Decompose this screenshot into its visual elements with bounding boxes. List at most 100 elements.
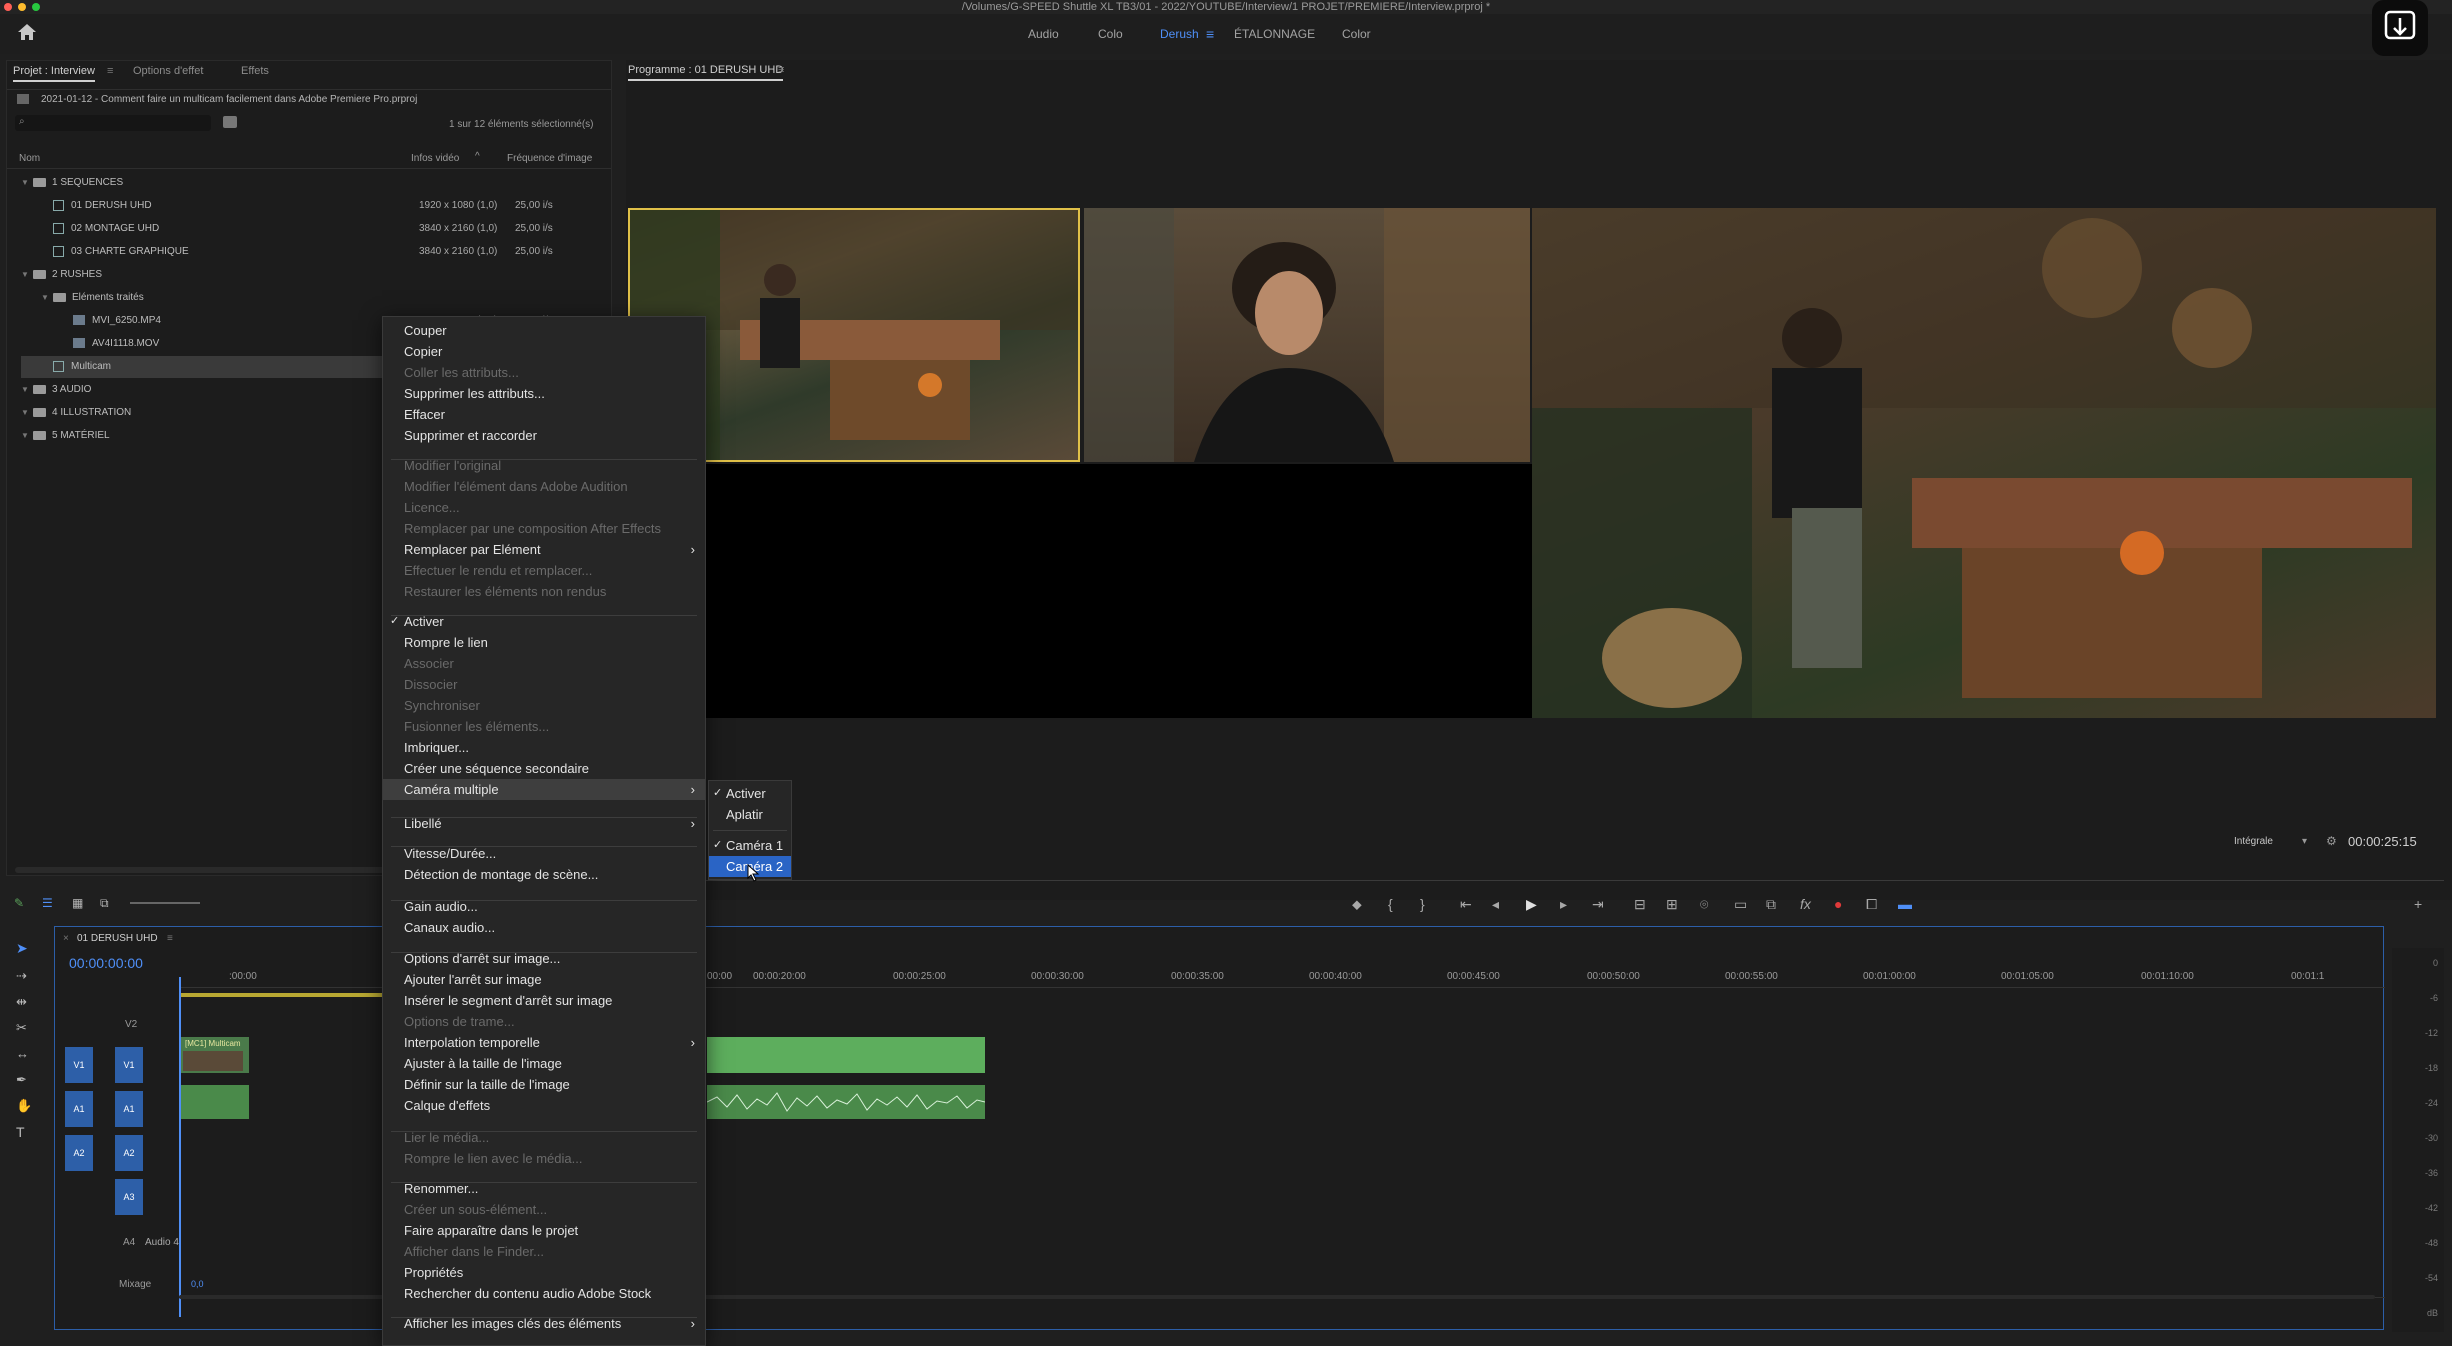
project-item[interactable]: ▼ 1 SEQUENCES [21,172,601,194]
project-item[interactable]: 03 CHARTE GRAPHIQUE 3840 x 2160 (1,0) 25,0… [21,241,601,263]
track-select-icon[interactable]: ⇢ [16,968,27,984]
disclosure-triangle-icon[interactable]: ▼ [21,425,33,447]
play-icon[interactable]: ▶ [1526,896,1537,913]
timeline-timecode[interactable]: 00:00:00:00 [69,955,143,971]
go-to-out-icon[interactable]: ⇥ [1592,896,1604,913]
list-view-icon[interactable]: ☰ [42,896,53,910]
record-icon[interactable]: ● [1834,896,1842,912]
new-bin-icon[interactable] [223,116,237,128]
go-to-in-icon[interactable]: ⇤ [1460,896,1472,913]
disclosure-triangle-icon[interactable]: ▼ [21,379,33,401]
wrench-icon[interactable]: ⚙ [2326,834,2337,848]
submenu-aplatir[interactable]: Aplatir [709,804,791,825]
extract-icon[interactable]: ⊞ [1666,896,1678,913]
menu-item[interactable]: Rechercher du contenu audio Adobe Stock [383,1283,705,1304]
project-item[interactable]: ▼ Eléments traités [21,287,601,309]
add-button-icon[interactable]: + [2414,896,2422,912]
tab-menu-icon[interactable]: ≡ [107,65,113,77]
audio-clip-start[interactable] [181,1085,249,1119]
type-tool-icon[interactable]: T [16,1124,25,1140]
disclosure-triangle-icon[interactable]: ▼ [21,402,33,424]
menu-item[interactable]: Calque d'effets [383,1095,705,1116]
menu-item[interactable]: Détection de montage de scène... [383,864,705,885]
razor-tool-icon[interactable]: ✂ [16,1020,27,1036]
menu-item[interactable]: Insérer le segment d'arrêt sur image [383,990,705,1011]
col-frame-rate[interactable]: Fréquence d'image [507,153,592,164]
submenu-camera-1[interactable]: ✓ Caméra 1 [709,835,791,856]
home-icon[interactable] [16,22,38,42]
track-a1[interactable]: A1 [115,1091,143,1127]
pen-tool-icon[interactable]: ✒ [16,1072,27,1088]
workspace-derush[interactable]: Derush [1160,14,1199,54]
menu-item[interactable]: Rompre le lien [383,632,705,653]
workspace-audio[interactable]: Audio [1028,14,1059,54]
icon-view-icon[interactable]: ▦ [72,896,83,910]
program-scrub-bar[interactable] [626,880,2444,881]
pen-icon[interactable]: ✎ [14,896,24,910]
track-a2[interactable]: A2 [115,1135,143,1171]
slip-tool-icon[interactable]: ↔ [16,1046,29,1061]
track-a3[interactable]: A3 [115,1179,143,1215]
camera-3-preview[interactable] [1532,208,2436,718]
workspace-colo[interactable]: Colo [1098,14,1123,54]
overlay-icon[interactable]: ⧠ [1866,896,1877,913]
close-icon[interactable]: × [63,933,69,944]
disclosure-triangle-icon[interactable]: ▼ [21,172,33,194]
project-item[interactable]: 01 DERUSH UHD 1920 x 1080 (1,0) 25,00 i/s [21,195,601,217]
mix-value[interactable]: 0,0 [191,1279,204,1289]
minimize-window-button[interactable] [18,3,26,11]
tab-project[interactable]: Projet : Interview [13,65,95,82]
export-frame-icon[interactable]: ⌾ [1700,896,1708,913]
program-timecode[interactable]: 00:00:25:15 [2348,834,2417,849]
playhead[interactable] [179,977,181,1317]
hand-tool-icon[interactable]: ✋ [16,1098,32,1114]
lift-icon[interactable]: ⊟ [1634,896,1646,913]
menu-item[interactable]: Définir sur la taille de l'image [383,1074,705,1095]
timeline-tab[interactable]: 01 DERUSH UHD [77,933,158,944]
zoom-window-button[interactable] [32,3,40,11]
menu-item[interactable]: Remplacer par Elément › [383,539,705,560]
hamburger-icon[interactable]: ≡ [1206,14,1214,54]
fit-select[interactable]: Intégrale [2234,836,2273,847]
search-input[interactable]: ⌕ [15,115,211,131]
menu-item[interactable]: Supprimer les attributs... [383,383,705,404]
menu-item[interactable]: Interpolation temporelle › [383,1032,705,1053]
selection-tool-icon[interactable]: ➤ [16,940,28,957]
menu-item[interactable]: Canaux audio... [383,917,705,938]
track-v1[interactable]: V1 [115,1047,143,1083]
step-back-icon[interactable]: ◂ [1492,896,1499,913]
menu-item[interactable]: Supprimer et raccorder [383,425,705,446]
video-clip-end[interactable] [707,1037,985,1073]
tab-menu-icon[interactable]: ≡ [167,933,173,944]
menu-item[interactable]: Effacer [383,404,705,425]
fx-icon[interactable]: fx [1800,896,1811,912]
source-a2[interactable]: A2 [65,1135,93,1171]
tab-effect-options[interactable]: Options d'effet [133,65,203,77]
camera-2-preview[interactable] [1084,208,1530,462]
submenu-activer[interactable]: ✓ Activer [709,783,791,804]
close-window-button[interactable] [4,3,12,11]
mark-out-icon[interactable]: } [1420,896,1425,912]
workspace-etalonnage[interactable]: ÉTALONNAGE [1234,14,1315,54]
project-item[interactable]: 02 MONTAGE UHD 3840 x 2160 (1,0) 25,00 i/s [21,218,601,240]
tab-effects[interactable]: Effets [241,65,269,77]
menu-item[interactable]: Ajouter l'arrêt sur image [383,969,705,990]
video-clip-start[interactable]: [MC1] Multicam [181,1037,249,1073]
menu-item[interactable]: Faire apparaître dans le projet [383,1220,705,1241]
download-icon[interactable] [2372,0,2428,56]
zoom-slider[interactable] [130,902,200,904]
audio-clip-end[interactable] [706,1085,986,1119]
tab-menu-icon[interactable]: ≡ [778,64,784,76]
workspace-color[interactable]: Color [1342,14,1371,54]
comparison-view-icon[interactable]: ▭ [1734,896,1747,913]
freeform-view-icon[interactable]: ⧉ [100,896,109,911]
marker-icon[interactable]: ⬥ [1352,896,1362,913]
menu-item[interactable]: Imbriquer... [383,737,705,758]
menu-item[interactable]: Propriétés [383,1262,705,1283]
disclosure-triangle-icon[interactable]: ▼ [21,264,33,286]
ripple-edit-icon[interactable]: ⇹ [16,994,27,1010]
tab-program[interactable]: Programme : 01 DERUSH UHD [628,64,784,81]
menu-item[interactable]: Créer une séquence secondaire [383,758,705,779]
menu-item[interactable]: Caméra multiple › [383,779,705,800]
project-item[interactable]: ▼ 2 RUSHES [21,264,601,286]
